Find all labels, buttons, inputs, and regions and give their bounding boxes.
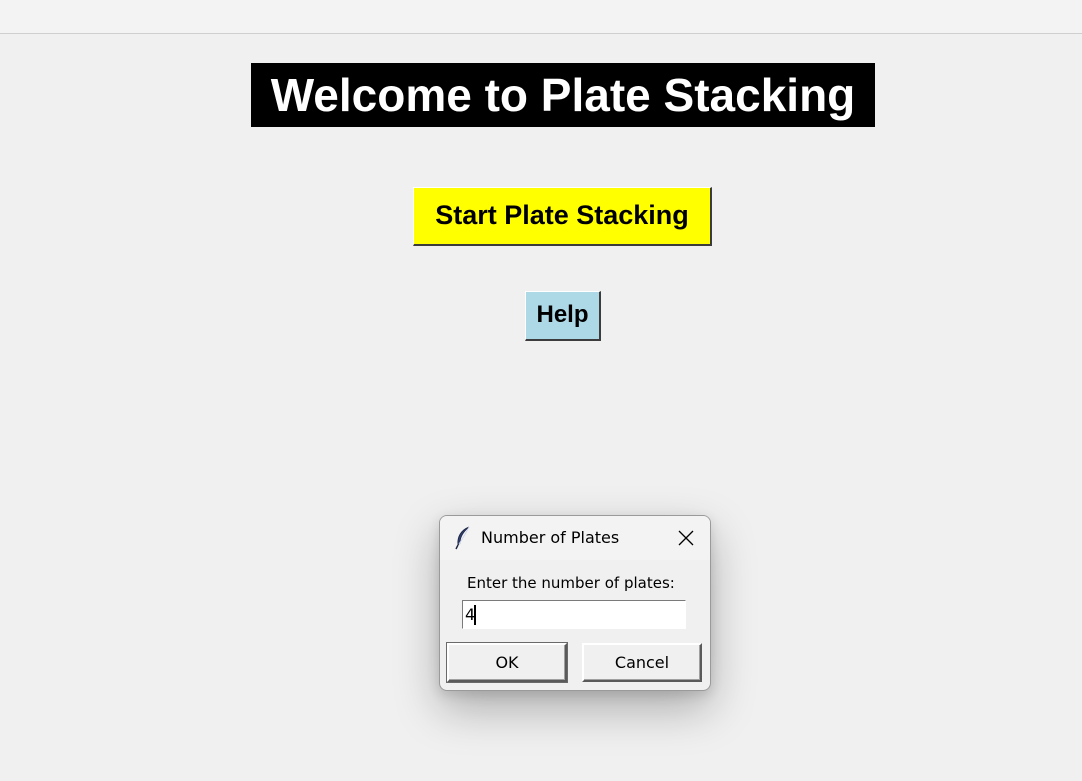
window-top-bar	[0, 0, 1082, 34]
dialog-title-bar[interactable]: Number of Plates	[440, 516, 710, 560]
dialog-title: Number of Plates	[481, 528, 620, 547]
prompt-label: Enter the number of plates:	[467, 574, 675, 592]
start-plate-stacking-button[interactable]: Start Plate Stacking	[413, 187, 712, 246]
welcome-title: Welcome to Plate Stacking	[251, 63, 875, 127]
text-caret	[474, 605, 476, 625]
plate-count-input[interactable]	[462, 600, 686, 629]
dialog-close-button[interactable]	[664, 518, 708, 558]
close-icon	[678, 530, 694, 546]
help-button[interactable]: Help	[525, 291, 601, 341]
ok-button[interactable]: OK	[446, 642, 568, 683]
number-of-plates-dialog: Number of Plates Enter the number of pla…	[439, 515, 711, 691]
feather-icon	[454, 526, 472, 550]
cancel-button[interactable]: Cancel	[582, 643, 702, 682]
